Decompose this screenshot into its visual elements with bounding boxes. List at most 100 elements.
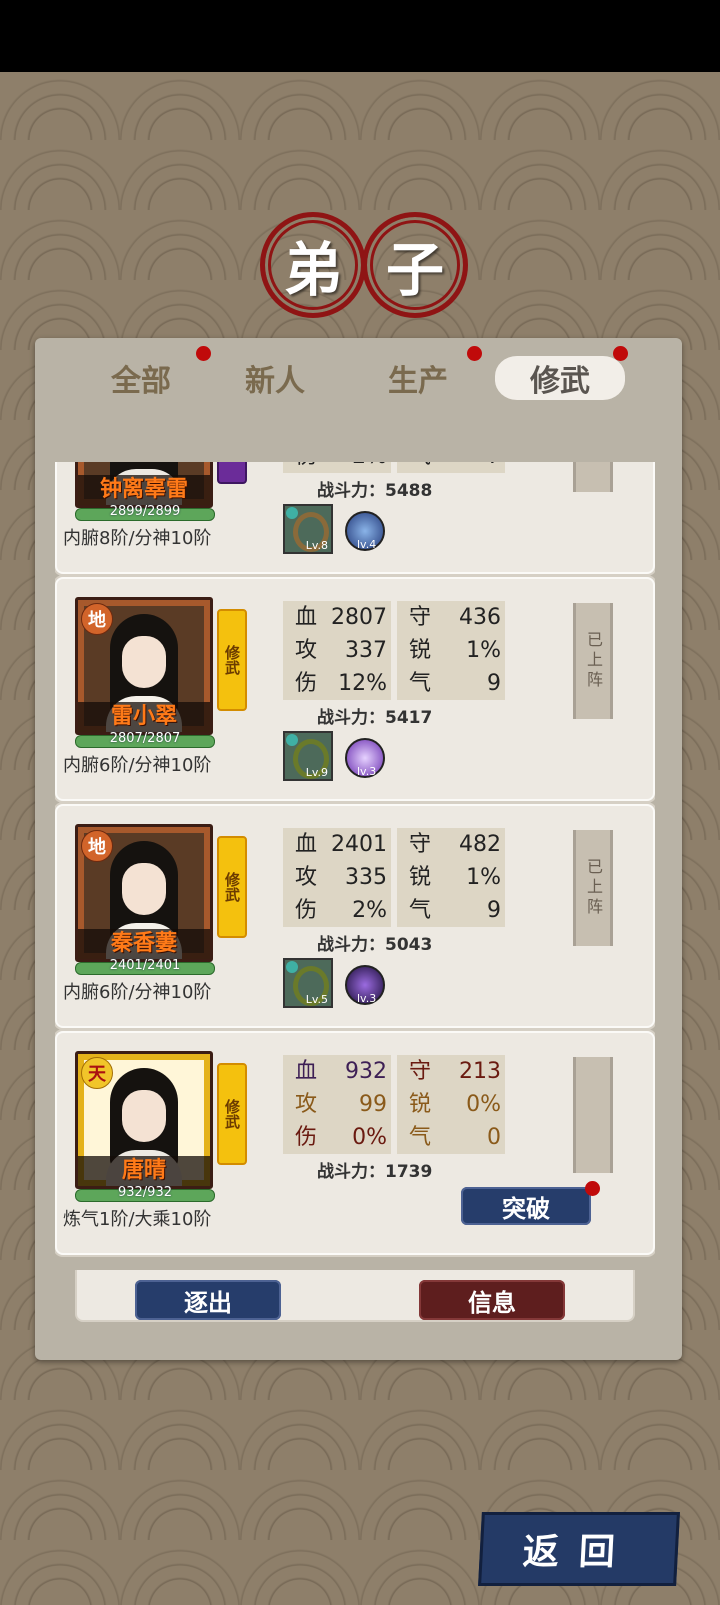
back-button[interactable]: 返回	[478, 1512, 680, 1586]
stat-value: 1%	[466, 638, 501, 663]
stat-label: 守	[409, 832, 432, 857]
stat-value: 1%	[466, 865, 501, 890]
deploy-slot[interactable]	[573, 1057, 613, 1173]
tab-bar: 全部 新人 生产 修武	[35, 338, 682, 408]
stat-value: 436	[459, 605, 501, 630]
role-tag: 修武	[217, 609, 247, 711]
stat-label: 气	[409, 462, 431, 473]
tab-all[interactable]: 全部	[101, 356, 181, 400]
stat-value: 482	[459, 832, 501, 857]
stat-value: 2%	[352, 898, 387, 923]
stat-label: 血	[295, 832, 318, 857]
hp-text: 2899/2899	[109, 504, 181, 519]
hp-text: 2807/2807	[109, 731, 181, 746]
stat-label: 锐	[409, 1092, 432, 1117]
realm-text: 炼气1阶/大乘10阶	[63, 1209, 212, 1230]
stat-value: 2%	[352, 462, 387, 473]
stat-label: 攻	[295, 865, 318, 890]
stat-value: 337	[345, 638, 387, 663]
equipment-slot[interactable]: Lv.9	[283, 731, 333, 781]
realm-text: 内腑6阶/分神10阶	[63, 982, 212, 1003]
disciple-card[interactable]: 天 唐晴 932/932 炼气1阶/大乘10阶 修武 血 932 守 213 攻 99…	[55, 1031, 655, 1255]
stat-label: 锐	[409, 865, 432, 890]
stat-label: 气	[409, 898, 432, 923]
disciple-card[interactable]: 地 雷小翠 2807/2807 内腑6阶/分神10阶 修武 血 2807 守 436…	[55, 577, 655, 801]
disciple-portrait: 地 秦香萋	[75, 824, 213, 962]
disciple-panel: 全部 新人 生产 修武 钟离辜雷 2899/2899 内腑8阶/分神10阶 修武…	[35, 338, 682, 1360]
disciple-name: 雷小翠	[78, 702, 210, 732]
stat-value: 932	[345, 1059, 387, 1084]
skill-slot[interactable]: lv.4	[345, 511, 385, 551]
tab-martial-notify-dot	[613, 346, 628, 361]
stat-value: 7	[487, 462, 501, 473]
stat-value: 2401	[331, 832, 387, 857]
grade-badge: 地	[81, 603, 113, 635]
stats-table: 血 2807 守 436 攻 337 锐 1% 伤 12% 气 9	[283, 601, 505, 700]
stat-label: 攻	[295, 638, 318, 663]
breakthrough-notify-dot	[585, 1181, 600, 1196]
disciple-card[interactable]: 地 秦香萋 2401/2401 内腑6阶/分神10阶 修武 血 2401 守 482…	[55, 804, 655, 1028]
stat-label: 血	[295, 605, 318, 630]
deploy-status[interactable]: 已上阵	[573, 462, 613, 492]
stat-label: 气	[409, 671, 432, 696]
stat-label: 锐	[409, 638, 432, 663]
grade-badge: 天	[81, 1057, 113, 1089]
disciple-portrait: 天 唐晴	[75, 1051, 213, 1189]
stat-label: 伤	[295, 671, 318, 696]
skill-slot[interactable]: lv.3	[345, 965, 385, 1005]
realm-text: 内腑6阶/分神10阶	[63, 755, 212, 776]
stat-label: 守	[409, 1059, 432, 1084]
page-title: 弟 子	[0, 212, 720, 318]
stats-table: 血 932 守 213 攻 99 锐 0% 伤 0% 气 0	[283, 1055, 505, 1154]
stat-value: 9	[487, 671, 501, 696]
stat-value: 9	[487, 898, 501, 923]
stat-label: 伤	[295, 898, 318, 923]
role-tag: 修武	[217, 1063, 247, 1165]
disciple-name: 钟离辜雷	[78, 475, 210, 505]
equipment-slot[interactable]: Lv.5	[283, 958, 333, 1008]
skill-slot[interactable]: lv.3	[345, 738, 385, 778]
stats-table: 血 2401 守 482 攻 335 锐 1% 伤 2% 气 9	[283, 828, 505, 927]
stat-label: 攻	[295, 1092, 318, 1117]
equipment-slot[interactable]: Lv.8	[283, 504, 333, 554]
tab-martial[interactable]: 修武	[495, 356, 625, 400]
stat-value: 0%	[352, 1125, 387, 1150]
disciple-card[interactable]: 钟离辜雷 2899/2899 内腑8阶/分神10阶 修武 伤 2% 气 7 战斗力：…	[55, 462, 655, 574]
stat-value: 99	[359, 1092, 387, 1117]
disciple-name: 唐晴	[78, 1156, 210, 1186]
hp-text: 2401/2401	[109, 958, 181, 973]
disciple-list[interactable]: 钟离辜雷 2899/2899 内腑8阶/分神10阶 修武 伤 2% 气 7 战斗力：…	[55, 462, 655, 1277]
stat-label: 伤	[295, 1125, 318, 1150]
stat-value: 0	[487, 1125, 501, 1150]
stat-value: 213	[459, 1059, 501, 1084]
stat-value: 335	[345, 865, 387, 890]
stats-table: 伤 2% 气 7	[283, 462, 505, 473]
info-button[interactable]: 信息	[419, 1280, 565, 1320]
tab-new[interactable]: 新人	[235, 356, 315, 400]
stat-label: 守	[409, 605, 432, 630]
stat-value: 2807	[331, 605, 387, 630]
disciple-name: 秦香萋	[78, 929, 210, 959]
status-bar	[0, 0, 720, 72]
tab-production-notify-dot	[467, 346, 482, 361]
stat-value: 0%	[466, 1092, 501, 1117]
breakthrough-button[interactable]: 突破	[461, 1187, 591, 1225]
tab-all-notify-dot	[196, 346, 211, 361]
combat-power: 战斗力：5488	[317, 481, 433, 501]
disciple-portrait: 钟离辜雷	[75, 462, 213, 508]
title-seal-2: 子	[362, 212, 468, 318]
stat-label: 血	[295, 1059, 318, 1084]
realm-text: 内腑8阶/分神10阶	[63, 528, 212, 549]
disciple-portrait: 地 雷小翠	[75, 597, 213, 735]
combat-power: 战斗力：5043	[317, 935, 433, 955]
stat-label: 气	[409, 1125, 432, 1150]
tab-production[interactable]: 生产	[373, 356, 463, 400]
title-seal-1: 弟	[260, 212, 366, 318]
expel-button[interactable]: 逐出	[135, 1280, 281, 1320]
deploy-status[interactable]: 已上阵	[573, 603, 613, 719]
combat-power: 战斗力：1739	[317, 1162, 433, 1182]
combat-power: 战斗力：5417	[317, 708, 433, 728]
deploy-status[interactable]: 已上阵	[573, 830, 613, 946]
hp-text: 932/932	[117, 1185, 172, 1200]
stat-label: 伤	[295, 462, 317, 473]
